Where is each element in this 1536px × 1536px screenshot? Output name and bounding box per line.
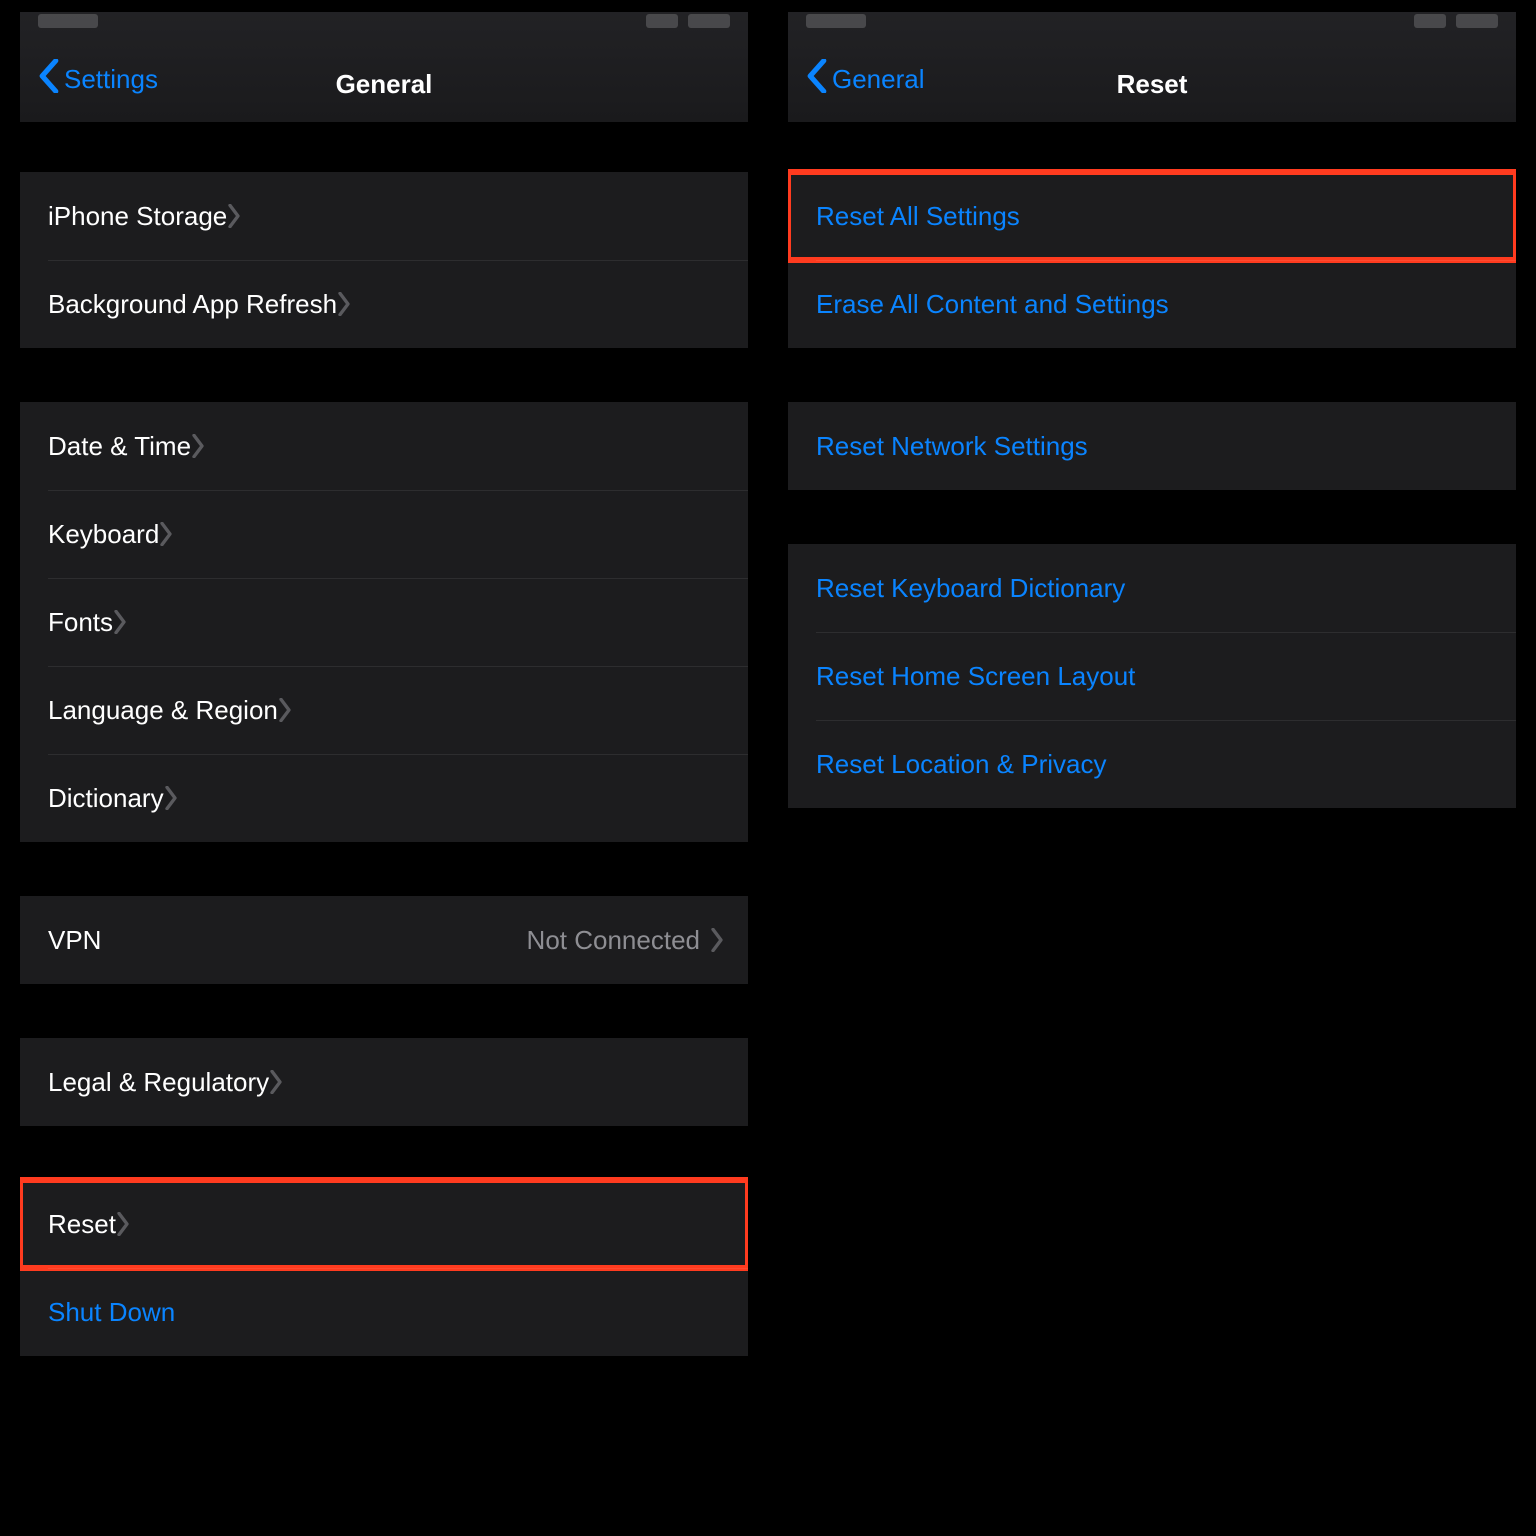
- chevron-right-icon: [116, 1212, 130, 1236]
- status-stub: [38, 14, 98, 28]
- panel-inner: General Reset Reset All Settings Erase Al…: [788, 12, 1516, 1522]
- group-gap: [788, 490, 1516, 544]
- group-gap: [20, 132, 748, 172]
- row-label: Reset Keyboard Dictionary: [816, 573, 1125, 604]
- panel-reset: General Reset Reset All Settings Erase Al…: [768, 0, 1536, 1536]
- settings-group: Date & Time Keyboard Fonts Language & Regio…: [20, 402, 748, 842]
- row-label: VPN: [48, 925, 101, 956]
- row-label: Dictionary: [48, 783, 164, 814]
- row-label: Reset: [48, 1209, 116, 1240]
- row-label: Legal & Regulatory: [48, 1067, 269, 1098]
- group-gap: [20, 1126, 748, 1180]
- row-reset-home-layout[interactable]: Reset Home Screen Layout: [788, 632, 1516, 720]
- chevron-left-icon: [38, 59, 60, 100]
- row-dictionary[interactable]: Dictionary: [20, 754, 748, 842]
- row-label: Reset All Settings: [816, 201, 1020, 232]
- row-label: Fonts: [48, 607, 113, 638]
- chevron-right-icon: [191, 434, 205, 458]
- back-label: General: [832, 64, 925, 95]
- settings-group: iPhone Storage Background App Refresh: [20, 172, 748, 348]
- chevron-right-icon: [113, 610, 127, 634]
- separator: [48, 490, 748, 491]
- separator: [816, 720, 1516, 721]
- content-general[interactable]: iPhone Storage Background App Refresh Date…: [20, 132, 748, 1522]
- row-label: Reset Location & Privacy: [816, 749, 1106, 780]
- row-reset-location-privacy[interactable]: Reset Location & Privacy: [788, 720, 1516, 808]
- row-vpn[interactable]: VPN Not Connected: [20, 896, 748, 984]
- settings-group: Reset All Settings Erase All Content and …: [788, 172, 1516, 348]
- row-legal-regulatory[interactable]: Legal & Regulatory: [20, 1038, 748, 1126]
- row-label: Background App Refresh: [48, 289, 337, 320]
- group-gap: [20, 984, 748, 1038]
- navbar-general: Settings General: [20, 12, 748, 122]
- status-stub: [1456, 14, 1498, 28]
- chevron-right-icon: [164, 786, 178, 810]
- row-background-app-refresh[interactable]: Background App Refresh: [20, 260, 748, 348]
- group-gap: [20, 842, 748, 896]
- back-button-settings[interactable]: Settings: [38, 59, 158, 100]
- nav-gap: [788, 122, 1516, 132]
- separator: [48, 666, 748, 667]
- row-label: Reset Network Settings: [816, 431, 1088, 462]
- row-value: Not Connected: [527, 925, 710, 956]
- panel-inner: Settings General iPhone Storage Backgroun…: [20, 12, 748, 1522]
- row-iphone-storage[interactable]: iPhone Storage: [20, 172, 748, 260]
- row-label: Reset Home Screen Layout: [816, 661, 1135, 692]
- chevron-right-icon: [337, 292, 351, 316]
- group-gap: [788, 348, 1516, 402]
- row-keyboard[interactable]: Keyboard: [20, 490, 748, 578]
- row-label: Keyboard: [48, 519, 159, 550]
- row-reset-network[interactable]: Reset Network Settings: [788, 402, 1516, 490]
- navbar-reset: General Reset: [788, 12, 1516, 122]
- chevron-right-icon: [269, 1070, 283, 1094]
- separator: [816, 632, 1516, 633]
- separator: [48, 754, 748, 755]
- separator: [48, 1268, 748, 1269]
- status-stub: [688, 14, 730, 28]
- row-erase-all[interactable]: Erase All Content and Settings: [788, 260, 1516, 348]
- chevron-left-icon: [806, 59, 828, 100]
- row-label: Date & Time: [48, 431, 191, 462]
- group-gap: [788, 132, 1516, 172]
- row-label: Erase All Content and Settings: [816, 289, 1169, 320]
- row-reset-all-settings[interactable]: Reset All Settings: [788, 172, 1516, 260]
- settings-group: VPN Not Connected: [20, 896, 748, 984]
- settings-group: Reset Keyboard Dictionary Reset Home Scre…: [788, 544, 1516, 808]
- separator: [816, 260, 1516, 261]
- back-label: Settings: [64, 64, 158, 95]
- chevron-right-icon: [159, 522, 173, 546]
- row-reset[interactable]: Reset: [20, 1180, 748, 1268]
- chevron-right-icon: [278, 698, 292, 722]
- panel-general: Settings General iPhone Storage Backgroun…: [0, 0, 768, 1536]
- back-button-general[interactable]: General: [806, 59, 925, 100]
- group-gap: [20, 348, 748, 402]
- row-label: Shut Down: [48, 1297, 175, 1328]
- settings-group: Legal & Regulatory: [20, 1038, 748, 1126]
- row-label: iPhone Storage: [48, 201, 227, 232]
- row-label: Language & Region: [48, 695, 278, 726]
- separator: [48, 578, 748, 579]
- settings-group: Reset Network Settings: [788, 402, 1516, 490]
- chevron-right-icon: [227, 204, 241, 228]
- settings-group: Reset Shut Down: [20, 1180, 748, 1356]
- status-stub: [806, 14, 866, 28]
- status-stub: [646, 14, 678, 28]
- row-shut-down[interactable]: Shut Down: [20, 1268, 748, 1356]
- status-stub: [1414, 14, 1446, 28]
- row-fonts[interactable]: Fonts: [20, 578, 748, 666]
- chevron-right-icon: [710, 928, 724, 952]
- row-language-region[interactable]: Language & Region: [20, 666, 748, 754]
- content-reset[interactable]: Reset All Settings Erase All Content and …: [788, 132, 1516, 1522]
- nav-gap: [20, 122, 748, 132]
- row-reset-keyboard-dict[interactable]: Reset Keyboard Dictionary: [788, 544, 1516, 632]
- separator: [48, 260, 748, 261]
- row-date-time[interactable]: Date & Time: [20, 402, 748, 490]
